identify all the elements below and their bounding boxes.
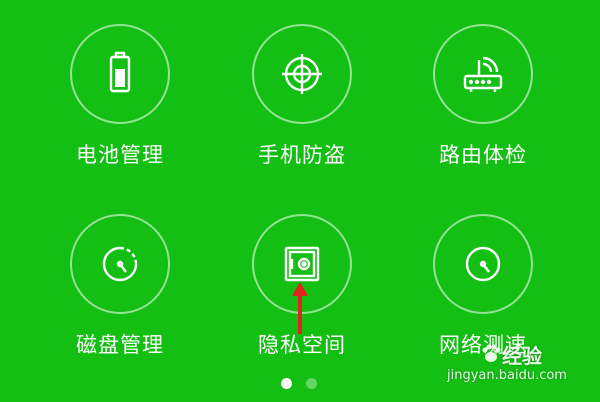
tile-circle (70, 24, 170, 124)
tile-circle (70, 214, 170, 314)
watermark-url: jingyan.baidu.com (447, 368, 567, 383)
tile-label: 磁盘管理 (76, 333, 164, 357)
crosshair-icon (274, 46, 330, 102)
tile-label: 电池管理 (76, 143, 164, 167)
tile-circle (433, 214, 533, 314)
page-dot-active[interactable] (281, 378, 292, 389)
page-indicator (281, 378, 321, 392)
tile-label: 路由体检 (439, 143, 527, 167)
disk-gauge-icon (92, 236, 148, 292)
paw-logo-icon (480, 342, 502, 364)
speedometer-icon (455, 236, 511, 292)
tile-circle (433, 24, 533, 124)
tile-disk-management[interactable]: 磁盘管理 (30, 214, 210, 374)
tile-circle (252, 24, 352, 124)
watermark-logo-text: 经验 (502, 344, 542, 368)
baidu-jingyan-watermark: 经验 jingyan.baidu.com (442, 338, 592, 396)
tile-router-check[interactable]: 路由体检 (393, 24, 573, 184)
tile-phone-anti-theft[interactable]: 手机防盗 (212, 24, 392, 184)
annotation-arrow-icon (290, 282, 310, 334)
router-icon (455, 46, 511, 102)
battery-icon (92, 46, 148, 102)
tile-label: 手机防盗 (258, 143, 346, 167)
page-dot[interactable] (306, 378, 317, 389)
tile-battery-management[interactable]: 电池管理 (30, 24, 210, 184)
